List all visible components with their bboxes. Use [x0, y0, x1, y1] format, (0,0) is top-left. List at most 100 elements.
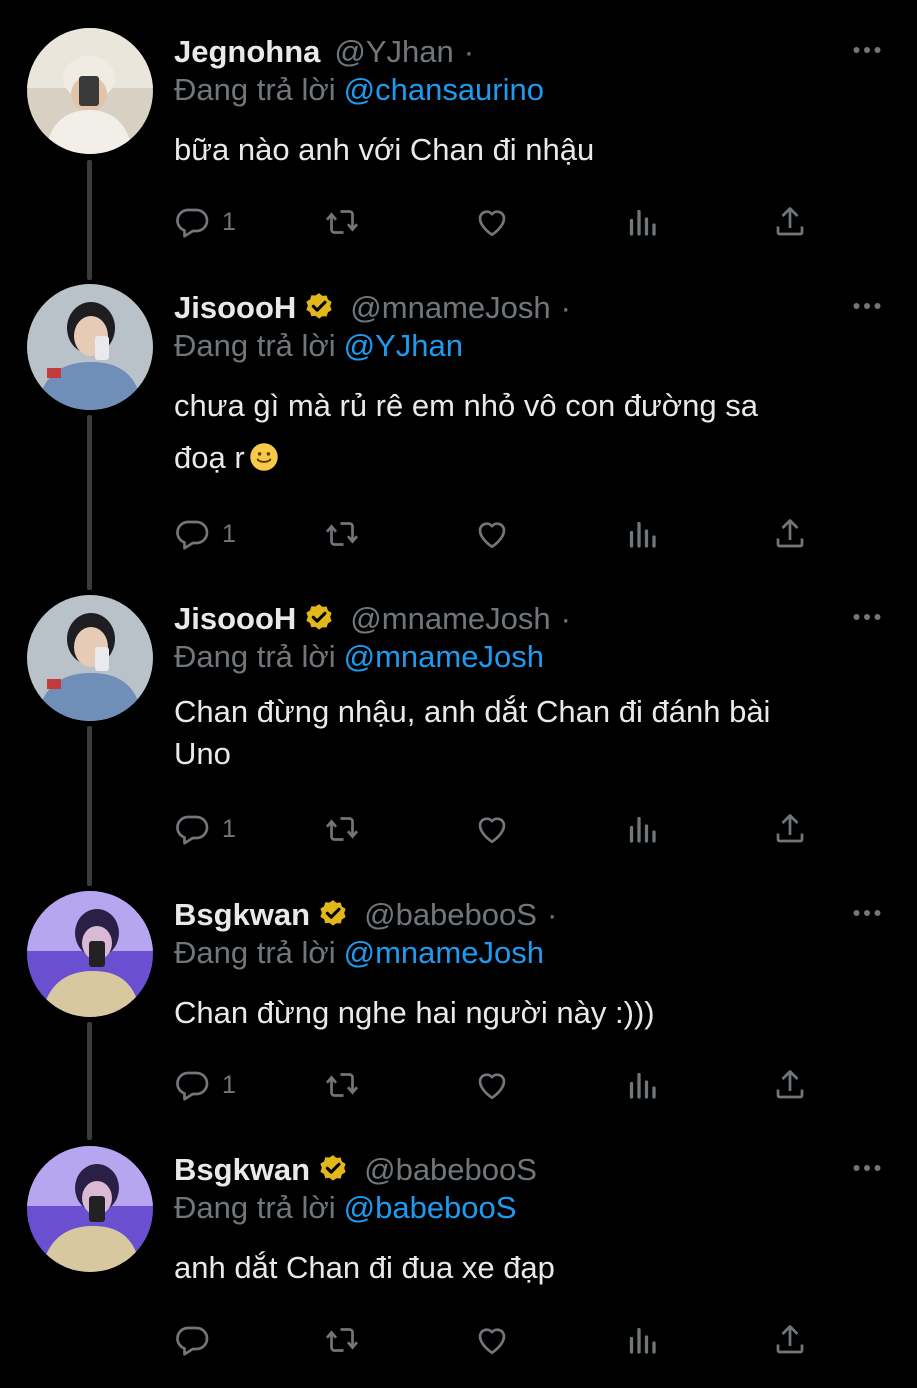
display-name[interactable]: Bsgkwan	[174, 1152, 310, 1188]
share-button[interactable]	[772, 807, 808, 851]
verified-badge-icon	[316, 898, 350, 932]
retweet-icon	[324, 811, 360, 847]
share-icon	[772, 1322, 808, 1358]
mention-link[interactable]: @mnameJosh	[344, 935, 544, 970]
tweet-text-line: anh dắt Chan đi đua xe đạp	[174, 1250, 555, 1285]
display-name[interactable]: JisoooH	[174, 290, 296, 326]
mention-link[interactable]: @YJhan	[344, 328, 463, 363]
thread-line	[87, 160, 92, 280]
replying-label: Đang trả lời	[174, 328, 336, 363]
display-name[interactable]: Jegnohna	[174, 34, 320, 70]
action-bar	[174, 1318, 824, 1362]
avatar[interactable]	[27, 595, 153, 721]
tweet-text-line-wrap: đoạ r	[174, 432, 874, 484]
tweet-text: bữa nào anh với Chan đi nhậu	[174, 124, 874, 176]
retweet-button[interactable]	[324, 200, 360, 244]
replying-to: Đang trả lời @mnameJosh	[174, 639, 544, 675]
like-icon	[474, 204, 510, 240]
views-icon	[624, 1322, 660, 1358]
reply-count: 1	[222, 207, 236, 236]
views-icon	[624, 204, 660, 240]
more-icon[interactable]	[849, 288, 885, 324]
action-bar: 1	[174, 807, 824, 851]
display-name[interactable]: Bsgkwan	[174, 897, 310, 933]
mention-link[interactable]: @babebooS	[344, 1190, 517, 1225]
reply-button[interactable]	[174, 1318, 222, 1362]
more-icon[interactable]	[849, 32, 885, 68]
retweet-button[interactable]	[324, 1318, 360, 1362]
action-bar: 1	[174, 512, 824, 556]
retweet-icon	[324, 1067, 360, 1103]
thread-line	[87, 415, 92, 590]
user-handle[interactable]: @mnameJosh	[350, 290, 550, 326]
tweet-header: JisoooH @mnameJosh ·	[174, 597, 571, 641]
share-button[interactable]	[772, 1318, 808, 1362]
user-handle[interactable]: @babebooS	[364, 897, 537, 933]
views-button[interactable]	[624, 200, 660, 244]
share-button[interactable]	[772, 200, 808, 244]
like-icon	[474, 516, 510, 552]
share-button[interactable]	[772, 1063, 808, 1107]
user-handle[interactable]: @babebooS	[364, 1152, 537, 1188]
views-button[interactable]	[624, 807, 660, 851]
tweet-text-line: chưa gì mà rủ rê em nhỏ vô con đường sa	[174, 388, 758, 423]
views-icon	[624, 1067, 660, 1103]
replying-to: Đang trả lời @mnameJosh	[174, 935, 544, 971]
more-icon[interactable]	[849, 1150, 885, 1186]
replying-to: Đang trả lời @babebooS	[174, 1190, 516, 1226]
verified-badge-icon	[302, 602, 336, 636]
retweet-icon	[324, 516, 360, 552]
retweet-button[interactable]	[324, 512, 360, 556]
verified-badge-icon	[302, 291, 336, 325]
share-icon	[772, 516, 808, 552]
avatar[interactable]	[27, 28, 153, 154]
tweet-text: Chan đừng nhậu, anh dắt Chan đi đánh bài…	[174, 691, 874, 775]
tweet-header: Bsgkwan @babebooS ·	[174, 893, 557, 937]
more-icon[interactable]	[849, 599, 885, 635]
mention-link[interactable]: @mnameJosh	[344, 639, 544, 674]
views-icon	[624, 516, 660, 552]
like-icon	[474, 1322, 510, 1358]
display-name[interactable]: JisoooH	[174, 601, 296, 637]
user-handle[interactable]: @mnameJosh	[350, 601, 550, 637]
like-button[interactable]	[474, 1318, 510, 1362]
reply-icon	[174, 1067, 210, 1103]
tweet-text: chưa gì mà rủ rê em nhỏ vô con đường sa …	[174, 380, 874, 484]
smile-emoji	[249, 442, 279, 472]
share-icon	[772, 1067, 808, 1103]
avatar[interactable]	[27, 1146, 153, 1272]
views-button[interactable]	[624, 512, 660, 556]
tweet-text-line: Uno	[174, 736, 231, 771]
action-bar: 1	[174, 1063, 824, 1107]
views-button[interactable]	[624, 1063, 660, 1107]
reply-button[interactable]: 1	[174, 200, 236, 244]
retweet-button[interactable]	[324, 1063, 360, 1107]
retweet-button[interactable]	[324, 807, 360, 851]
retweet-icon	[324, 1322, 360, 1358]
views-button[interactable]	[624, 1318, 660, 1362]
separator-dot: ·	[560, 290, 571, 325]
reply-count: 1	[222, 519, 236, 548]
thread-line	[87, 726, 92, 886]
retweet-icon	[324, 204, 360, 240]
tweet-text-line: Chan đừng nhậu, anh dắt Chan đi đánh bài	[174, 694, 771, 729]
avatar[interactable]	[27, 284, 153, 410]
user-handle[interactable]: @YJhan	[334, 34, 453, 70]
reply-count: 1	[222, 814, 236, 843]
separator-dot: ·	[463, 34, 475, 69]
reply-button[interactable]: 1	[174, 807, 236, 851]
mention-link[interactable]: @chansaurino	[344, 72, 544, 107]
more-icon[interactable]	[849, 895, 885, 931]
share-button[interactable]	[772, 512, 808, 556]
reply-button[interactable]: 1	[174, 512, 236, 556]
tweet-header: Jegnohna @YJhan ·	[174, 30, 474, 74]
replying-label: Đang trả lời	[174, 935, 336, 970]
like-button[interactable]	[474, 807, 510, 851]
avatar[interactable]	[27, 891, 153, 1017]
like-button[interactable]	[474, 200, 510, 244]
reply-button[interactable]: 1	[174, 1063, 236, 1107]
separator-dot: ·	[560, 601, 571, 636]
like-button[interactable]	[474, 512, 510, 556]
like-button[interactable]	[474, 1063, 510, 1107]
verified-badge-icon	[316, 1153, 350, 1187]
